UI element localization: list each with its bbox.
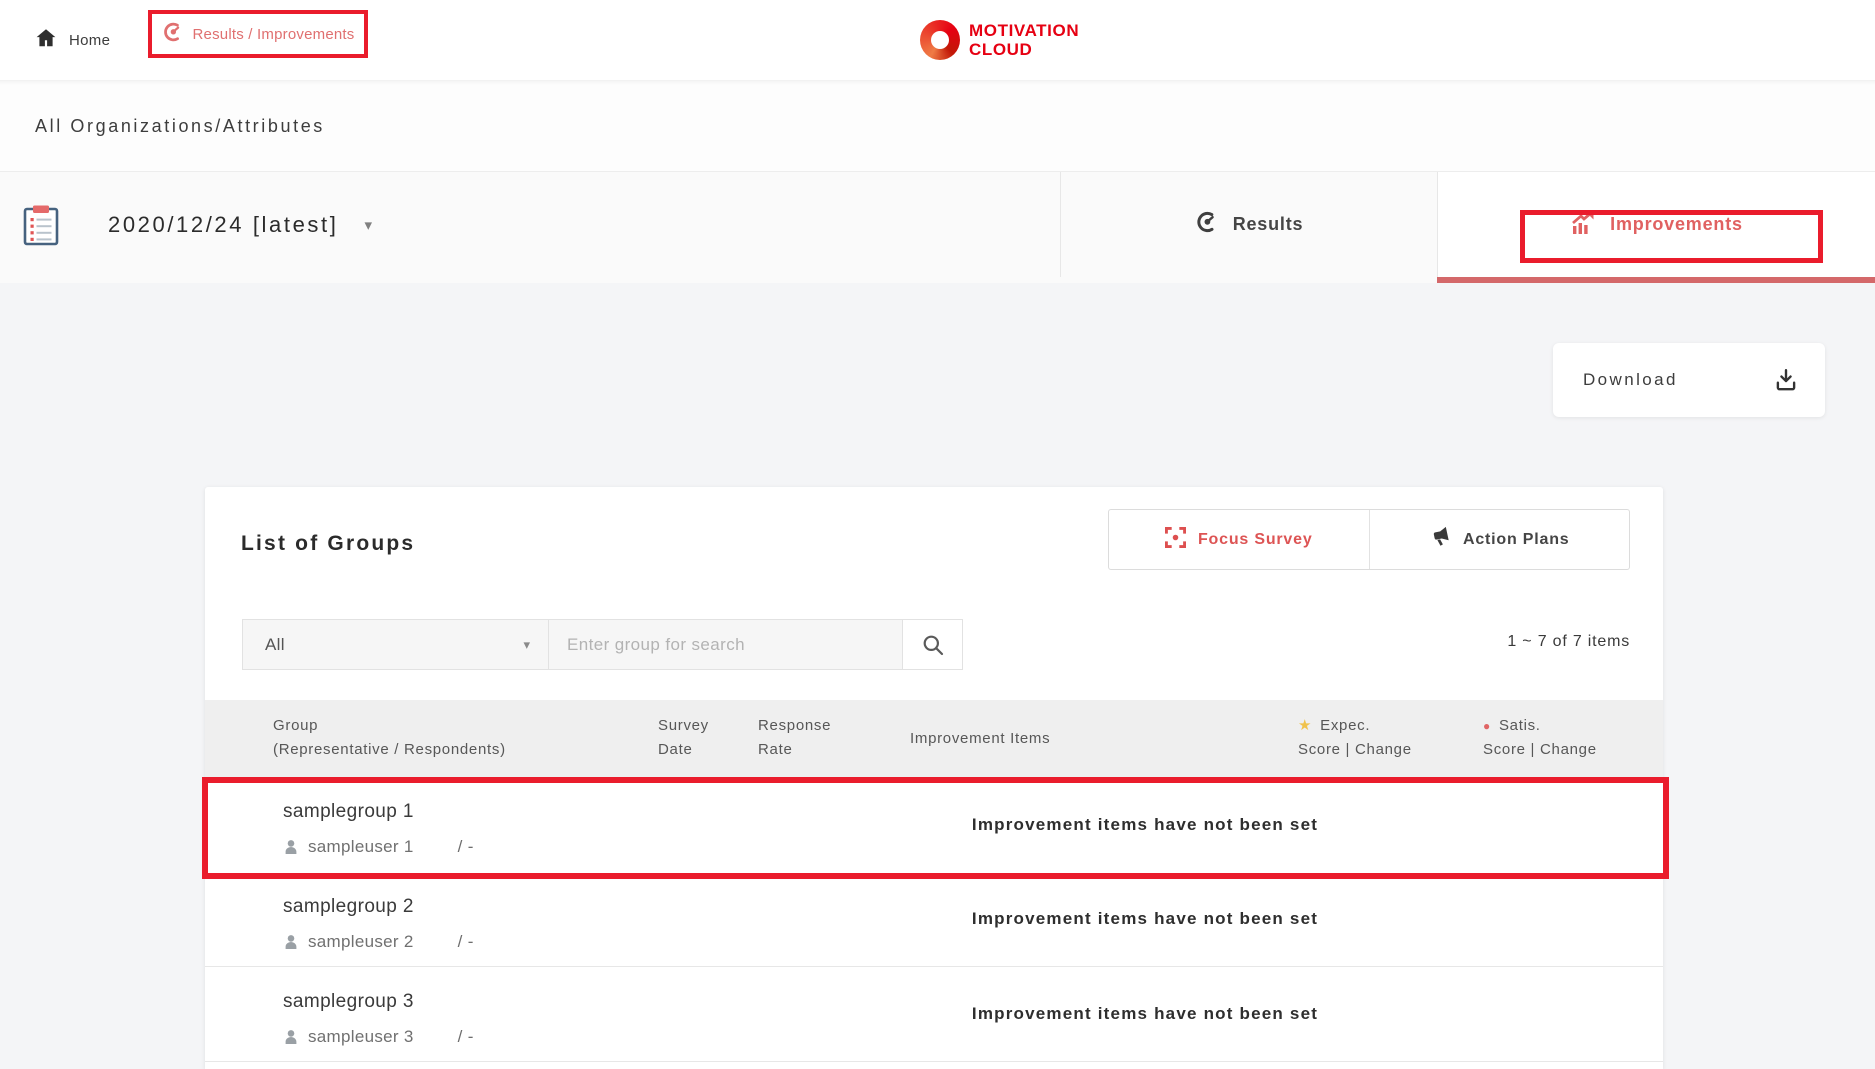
respondents-value: / - <box>458 1027 474 1047</box>
group-search-input[interactable] <box>549 620 902 669</box>
page-root: Home Results / Improvements MOTIVATION C… <box>0 0 1875 1069</box>
group-search-box <box>548 619 903 670</box>
expec-label: Expec. <box>1320 717 1370 734</box>
table-row-samplegroup-2[interactable]: samplegroup 2 sampleuser 2 / - Improveme… <box>205 872 1663 967</box>
download-button[interactable]: Download <box>1553 343 1825 417</box>
col-header-survey-date: Survey Date <box>658 714 709 762</box>
results-improvements-nav-button[interactable]: Results / Improvements <box>148 10 368 58</box>
logo-line2: CLOUD <box>969 40 1079 59</box>
survey-clipboard-icon <box>22 204 60 251</box>
person-icon <box>283 839 299 855</box>
gauge-icon <box>162 21 184 47</box>
col-header-satis: ● Satis. Score | Change <box>1483 714 1597 762</box>
group-name: samplegroup 3 <box>283 991 414 1013</box>
survey-tab-bar: 2020/12/24 [latest] ▾ Results <box>0 172 1875 283</box>
representative-name: sampleuser 2 <box>308 932 414 952</box>
caret-down-icon: ▾ <box>364 216 372 234</box>
improvement-items-message: Improvement items have not been set <box>765 777 1525 872</box>
star-icon: ★ <box>1298 717 1312 734</box>
col-header-group: Group (Representative / Respondents) <box>273 714 506 762</box>
caret-down-icon: ▾ <box>523 637 530 653</box>
home-nav-button[interactable]: Home <box>35 0 110 80</box>
group-filter-dropdown[interactable]: All ▾ <box>242 619 549 670</box>
gauge-icon <box>1195 210 1219 239</box>
col-header-expec: ★ Expec. Score | Change <box>1298 714 1412 762</box>
search-icon <box>921 633 945 657</box>
results-improvements-label: Results / Improvements <box>193 26 355 43</box>
top-navbar: Home Results / Improvements MOTIVATION C… <box>0 0 1875 80</box>
survey-header-line2: Date <box>658 738 709 762</box>
respondents-value: / - <box>458 837 474 857</box>
motivation-cloud-logo[interactable]: MOTIVATION CLOUD <box>920 0 1079 80</box>
table-header: Group (Representative / Respondents) Sur… <box>205 700 1663 777</box>
group-subline: sampleuser 1 / - <box>283 837 474 857</box>
download-icon <box>1773 367 1799 393</box>
tab-improvements-label: Improvements <box>1610 214 1743 235</box>
main-content: Download List of Groups Focus Survey <box>0 283 1875 1069</box>
search-button[interactable] <box>902 619 963 670</box>
breadcrumb-bar: All Organizations/Attributes <box>0 80 1875 172</box>
respondents-value: / - <box>458 932 474 952</box>
survey-date-value: 2020/12/24 [latest] <box>108 212 338 238</box>
logo-mark-icon <box>920 20 960 60</box>
group-name: samplegroup 2 <box>283 896 414 918</box>
megaphone-icon <box>1429 526 1451 553</box>
col-header-response-rate: Response Rate <box>758 714 831 762</box>
logo-line1: MOTIVATION <box>969 21 1079 40</box>
survey-header-line1: Survey <box>658 714 709 738</box>
group-rows: samplegroup 1 sampleuser 1 / - Improveme… <box>205 777 1663 1069</box>
representative-name: sampleuser 1 <box>308 837 414 857</box>
group-header-line1: Group <box>273 714 506 738</box>
list-of-groups-panel: List of Groups Focus Survey <box>205 487 1663 1069</box>
download-label: Download <box>1583 370 1773 390</box>
person-icon <box>283 1029 299 1045</box>
group-subline: sampleuser 3 / - <box>283 1027 474 1047</box>
home-icon <box>35 27 57 53</box>
trend-up-icon <box>1570 209 1596 240</box>
logo-text: MOTIVATION CLOUD <box>969 21 1079 59</box>
breadcrumb: All Organizations/Attributes <box>35 116 325 137</box>
satis-sub-label: Score | Change <box>1483 738 1597 762</box>
items-count: 1 ~ 7 of 7 items <box>1507 633 1630 651</box>
col-header-improvement-items: Improvement Items <box>910 727 1050 751</box>
satis-label: Satis. <box>1499 717 1541 734</box>
improvement-items-message: Improvement items have not been set <box>765 967 1525 1061</box>
focus-survey-label: Focus Survey <box>1198 531 1313 549</box>
group-name: samplegroup 1 <box>283 801 414 823</box>
tab-improvements[interactable]: Improvements <box>1437 172 1875 277</box>
panel-title: List of Groups <box>241 532 415 556</box>
response-header-line2: Rate <box>758 738 831 762</box>
tab-results[interactable]: Results <box>1060 172 1437 277</box>
dot-icon: ● <box>1483 719 1491 733</box>
action-plans-button[interactable]: Action Plans <box>1369 510 1630 569</box>
home-label: Home <box>69 32 110 49</box>
response-header-line1: Response <box>758 714 831 738</box>
improvement-items-message: Improvement items have not been set <box>765 872 1525 966</box>
expec-sub-label: Score | Change <box>1298 738 1412 762</box>
group-filter-value: All <box>265 635 523 655</box>
person-icon <box>283 934 299 950</box>
table-row-partial[interactable] <box>205 1062 1663 1069</box>
survey-date-selector[interactable]: 2020/12/24 [latest] ▾ <box>108 172 372 277</box>
action-plans-label: Action Plans <box>1463 531 1570 549</box>
table-row-samplegroup-1[interactable]: samplegroup 1 sampleuser 1 / - Improveme… <box>205 777 1663 872</box>
group-header-line2: (Representative / Respondents) <box>273 738 506 762</box>
panel-action-buttons: Focus Survey Action Plans <box>1108 509 1630 570</box>
focus-survey-button[interactable]: Focus Survey <box>1109 510 1369 569</box>
representative-name: sampleuser 3 <box>308 1027 414 1047</box>
group-subline: sampleuser 2 / - <box>283 932 474 952</box>
tab-results-label: Results <box>1233 214 1304 235</box>
table-row-samplegroup-3[interactable]: samplegroup 3 sampleuser 3 / - Improveme… <box>205 967 1663 1062</box>
focus-icon <box>1165 527 1186 553</box>
